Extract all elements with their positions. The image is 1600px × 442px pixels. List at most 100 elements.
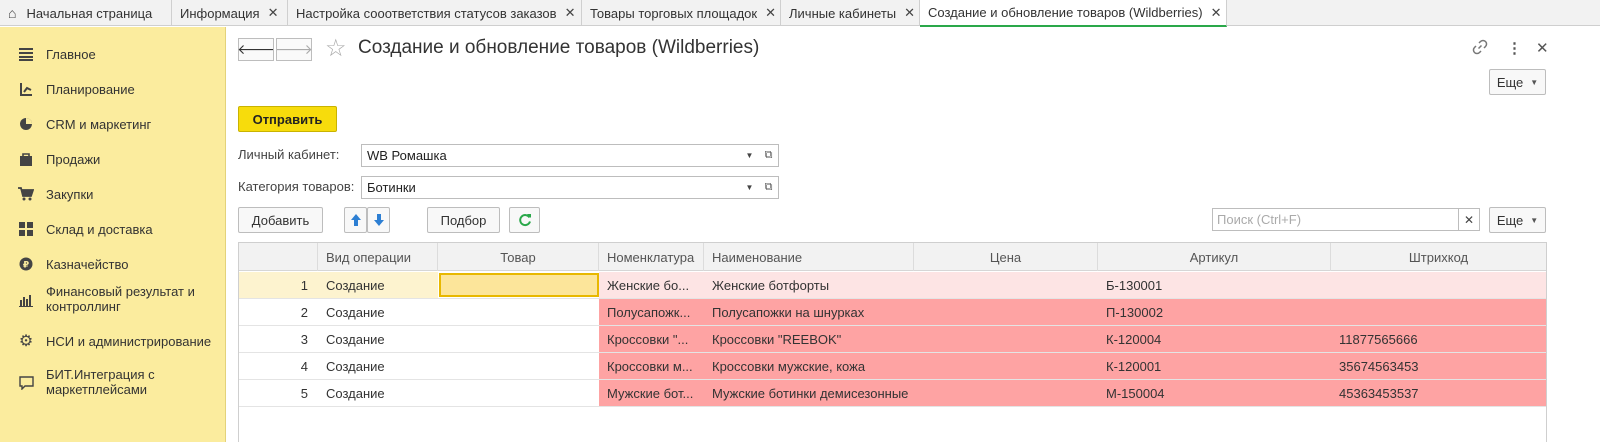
price-cell[interactable] [914, 380, 1098, 406]
tab-status-mapping[interactable]: Настройка сооответствия статусов заказов… [288, 0, 582, 26]
nomenclature-cell[interactable]: Женские бо... [599, 272, 704, 298]
shopping-cart-icon [18, 186, 34, 202]
price-cell[interactable] [914, 299, 1098, 325]
table-row[interactable]: 1 Создание Женские бо... Женские ботфорт… [239, 272, 1546, 299]
article-cell[interactable]: К-120001 [1098, 353, 1331, 379]
sidebar-item-warehouse[interactable]: Склад и доставка [0, 221, 226, 237]
nomenclature-cell[interactable]: Мужские бот... [599, 380, 704, 406]
operation-cell[interactable]: Создание [318, 353, 438, 379]
tab-marketplace-goods[interactable]: Товары торговых площадок ✕ [582, 0, 781, 26]
item-cell[interactable] [438, 380, 599, 406]
move-up-button[interactable] [344, 207, 367, 233]
column-header-barcode[interactable]: Штрихкод [1331, 243, 1546, 271]
open-window-icon: ⧉ [764, 149, 773, 161]
cabinet-dropdown-button[interactable]: ▼ [740, 144, 760, 167]
add-button[interactable]: Добавить [238, 207, 323, 233]
more-button-table[interactable]: Еще ▼ [1489, 207, 1546, 233]
tab-label: Начальная страница [26, 5, 153, 21]
back-button[interactable]: 🡐 [237, 38, 275, 61]
column-header-article[interactable]: Артикул [1098, 243, 1331, 271]
cabinet-open-button[interactable]: ⧉ [759, 144, 779, 167]
cabinet-field[interactable]: WB Ромашка [361, 144, 741, 167]
nomenclature-cell[interactable]: Кроссовки "... [599, 326, 704, 352]
column-header-operation[interactable]: Вид операции [318, 243, 438, 271]
sidebar-item-treasury[interactable]: ₽ Казначейство [0, 256, 226, 272]
price-cell[interactable] [914, 353, 1098, 379]
sidebar-item-sales[interactable]: Продажи [0, 151, 226, 167]
sidebar-item-financial-result[interactable]: Финансовый результат и контроллинг [0, 284, 226, 314]
pick-button[interactable]: Подбор [427, 207, 500, 233]
sidebar-item-planning[interactable]: Планирование [0, 81, 226, 97]
operation-cell[interactable]: Создание [318, 326, 438, 352]
close-icon[interactable]: ✕ [904, 5, 915, 21]
move-down-button[interactable] [367, 207, 390, 233]
operation-cell[interactable]: Создание [318, 299, 438, 325]
more-button-top[interactable]: Еще ▼ [1489, 69, 1546, 95]
name-cell[interactable]: Полусапожки на шнурках [704, 299, 914, 325]
link-icon[interactable] [1472, 39, 1488, 59]
operation-cell[interactable]: Создание [318, 272, 438, 298]
category-dropdown-button[interactable]: ▼ [740, 176, 760, 199]
refresh-button[interactable] [509, 207, 540, 233]
item-cell[interactable] [438, 326, 599, 352]
item-cell[interactable] [438, 299, 599, 325]
search-clear-button[interactable]: ✕ [1459, 208, 1480, 231]
column-header-number[interactable] [239, 243, 318, 271]
search-input[interactable] [1212, 208, 1459, 231]
sidebar-item-label: Финансовый результат и контроллинг [46, 284, 195, 314]
nomenclature-cell[interactable]: Полусапожк... [599, 299, 704, 325]
sidebar-item-crm[interactable]: CRM и маркетинг [0, 116, 226, 132]
ruble-coin-icon: ₽ [18, 256, 34, 272]
article-cell[interactable]: Б-130001 [1098, 272, 1331, 298]
name-cell[interactable]: Женские ботфорты [704, 272, 914, 298]
table-row[interactable]: 4 Создание Кроссовки м... Кроссовки мужс… [239, 353, 1546, 380]
barcode-cell[interactable]: 45363453537 [1331, 380, 1546, 406]
article-cell[interactable]: М-150004 [1098, 380, 1331, 406]
cabinet-label: Личный кабинет: [238, 147, 340, 162]
close-icon[interactable]: ✕ [268, 5, 279, 21]
close-form-icon[interactable]: ✕ [1536, 39, 1549, 57]
sidebar-item-purchases[interactable]: Закупки [0, 186, 226, 202]
item-cell[interactable] [438, 353, 599, 379]
category-field[interactable]: Ботинки [361, 176, 741, 199]
column-header-nomenclature[interactable]: Номенклатура [599, 243, 704, 271]
column-header-price[interactable]: Цена [914, 243, 1098, 271]
forward-button[interactable]: 🡒 [275, 38, 313, 61]
tab-info[interactable]: Информация ✕ [172, 0, 288, 26]
price-cell[interactable] [914, 272, 1098, 298]
barcode-cell[interactable] [1331, 299, 1546, 325]
barcode-cell[interactable]: 35674563453 [1331, 353, 1546, 379]
sidebar-item-label: БИТ.Интеграция с маркетплейсами [46, 367, 155, 397]
operation-cell[interactable]: Создание [318, 380, 438, 406]
price-cell[interactable] [914, 326, 1098, 352]
article-cell[interactable]: П-130002 [1098, 299, 1331, 325]
close-icon[interactable]: ✕ [765, 5, 776, 21]
close-icon[interactable]: ✕ [565, 5, 576, 21]
favorite-star-icon[interactable]: ☆ [325, 34, 347, 63]
sidebar-item-main[interactable]: Главное [0, 46, 226, 62]
item-cell[interactable] [439, 273, 599, 297]
table-row[interactable]: 5 Создание Мужские бот... Мужские ботинк… [239, 380, 1546, 407]
category-open-button[interactable]: ⧉ [759, 176, 779, 199]
tab-personal-cabinets[interactable]: Личные кабинеты ✕ [781, 0, 920, 26]
article-cell[interactable]: К-120004 [1098, 326, 1331, 352]
bar-chart-icon [18, 292, 34, 308]
name-cell[interactable]: Кроссовки "REEBOK" [704, 326, 914, 352]
nomenclature-cell[interactable]: Кроссовки м... [599, 353, 704, 379]
tab-home[interactable]: ⌂ Начальная страница [0, 0, 172, 26]
barcode-cell[interactable] [1331, 272, 1546, 298]
table-row[interactable]: 3 Создание Кроссовки "... Кроссовки "REE… [239, 326, 1546, 353]
send-button[interactable]: Отправить [238, 106, 337, 132]
name-cell[interactable]: Мужские ботинки демисезонные [704, 380, 914, 406]
close-icon[interactable]: ✕ [1211, 5, 1222, 21]
tab-create-update-goods[interactable]: Создание и обновление товаров (Wildberri… [920, 0, 1227, 27]
caret-down-icon: ▼ [745, 151, 754, 160]
more-vertical-icon[interactable]: ⋮ [1507, 39, 1522, 57]
name-cell[interactable]: Кроссовки мужские, кожа [704, 353, 914, 379]
column-header-item[interactable]: Товар [438, 243, 599, 271]
column-header-name[interactable]: Наименование [704, 243, 914, 271]
barcode-cell[interactable]: 11877565666 [1331, 326, 1546, 352]
sidebar-item-marketplace-integration[interactable]: БИТ.Интеграция с маркетплейсами [0, 367, 226, 397]
table-row[interactable]: 2 Создание Полусапожк... Полусапожки на … [239, 299, 1546, 326]
sidebar-item-nsi-admin[interactable]: ⚙ НСИ и администрирование [0, 333, 226, 350]
